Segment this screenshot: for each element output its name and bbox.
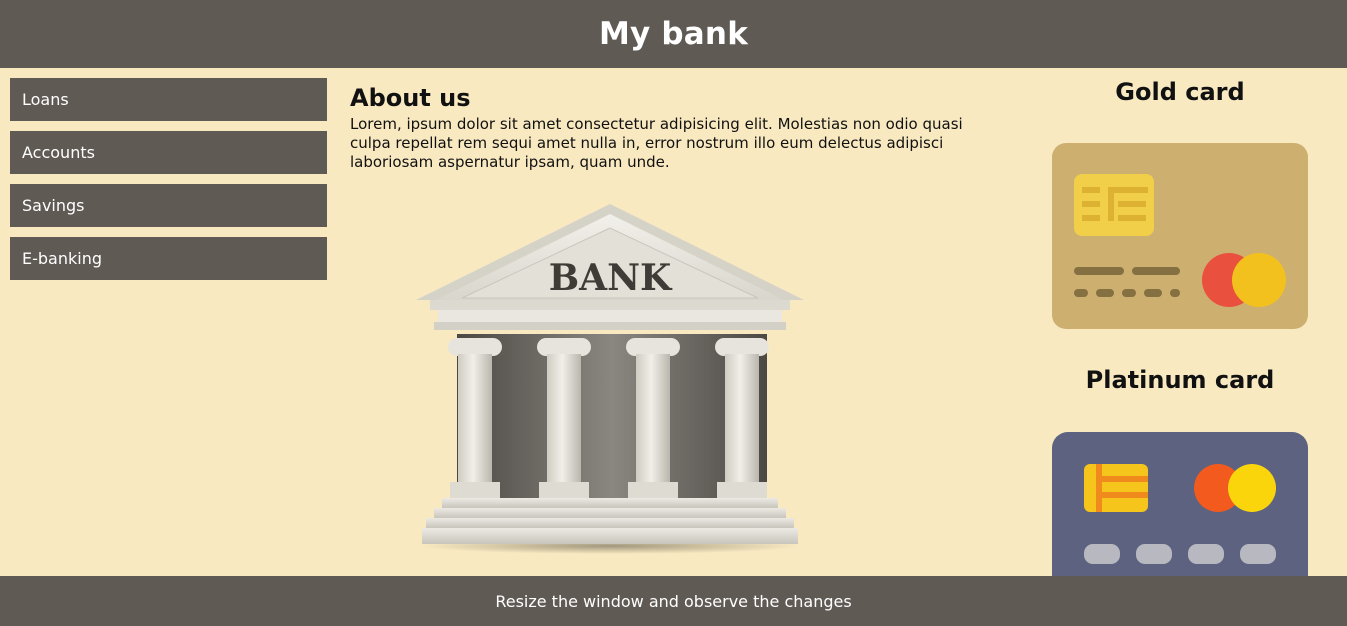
about-text: Lorem, ipsum dolor sit amet consectetur … [350, 115, 963, 171]
main-content: About us Lorem, ipsum dolor sit amet con… [350, 84, 1000, 172]
about-heading: About us [350, 84, 471, 112]
page-footer: Resize the window and observe the change… [0, 576, 1347, 626]
gold-card-title: Gold card [1115, 78, 1245, 106]
platinum-card-icon [1052, 432, 1308, 618]
sidebar-item-label: Loans [22, 90, 69, 109]
sidebar-item-label: Savings [22, 196, 85, 215]
bank-building-image: BANK [412, 200, 808, 560]
sidebar-item-accounts[interactable]: Accounts [10, 131, 327, 174]
gold-card-icon [1052, 143, 1308, 333]
bank-sign-text: BANK [549, 257, 673, 299]
sidebar-item-e-banking[interactable]: E-banking [10, 237, 327, 280]
sidebar-item-label: E-banking [22, 249, 102, 268]
sidebar-item-label: Accounts [22, 143, 95, 162]
sidebar-item-savings[interactable]: Savings [10, 184, 327, 227]
page-title: My bank [598, 16, 749, 52]
footer-text: Resize the window and observe the change… [495, 591, 852, 611]
platinum-card-title: Platinum card [1085, 366, 1275, 394]
page-header: My bank [0, 0, 1347, 68]
sidebar-item-loans[interactable]: Loans [10, 78, 327, 121]
sidebar-nav: Loans Accounts Savings E-banking [10, 78, 327, 290]
